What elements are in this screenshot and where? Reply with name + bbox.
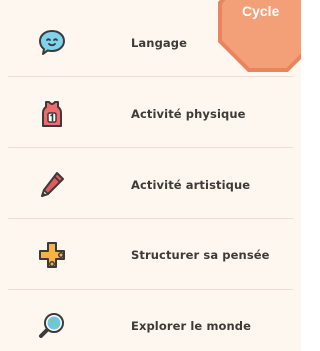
magnifier-globe-icon (37, 311, 67, 341)
speech-bubble-icon (37, 28, 67, 58)
menu-item-structurer-sa-pensee[interactable]: Structurer sa pensée (0, 220, 301, 290)
category-panel: Cycle Langage Activité physique Activité… (0, 0, 301, 351)
sports-jersey-icon (37, 99, 67, 129)
menu-item-label: Langage (131, 36, 187, 50)
menu-item-label: Explorer le monde (131, 319, 252, 333)
menu-item-label: Structurer sa pensée (131, 248, 270, 262)
menu-item-activite-physique[interactable]: Activité physique (0, 79, 301, 149)
menu-item-activite-artistique[interactable]: Activité artistique (0, 150, 301, 220)
puzzle-plus-icon (37, 240, 67, 270)
menu-item-label: Activité physique (131, 107, 246, 121)
menu-item-langage[interactable]: Langage (0, 8, 301, 78)
menu-item-explorer-le-monde[interactable]: Explorer le monde (0, 291, 301, 351)
menu-item-label: Activité artistique (131, 178, 251, 192)
pencil-icon (37, 170, 67, 200)
